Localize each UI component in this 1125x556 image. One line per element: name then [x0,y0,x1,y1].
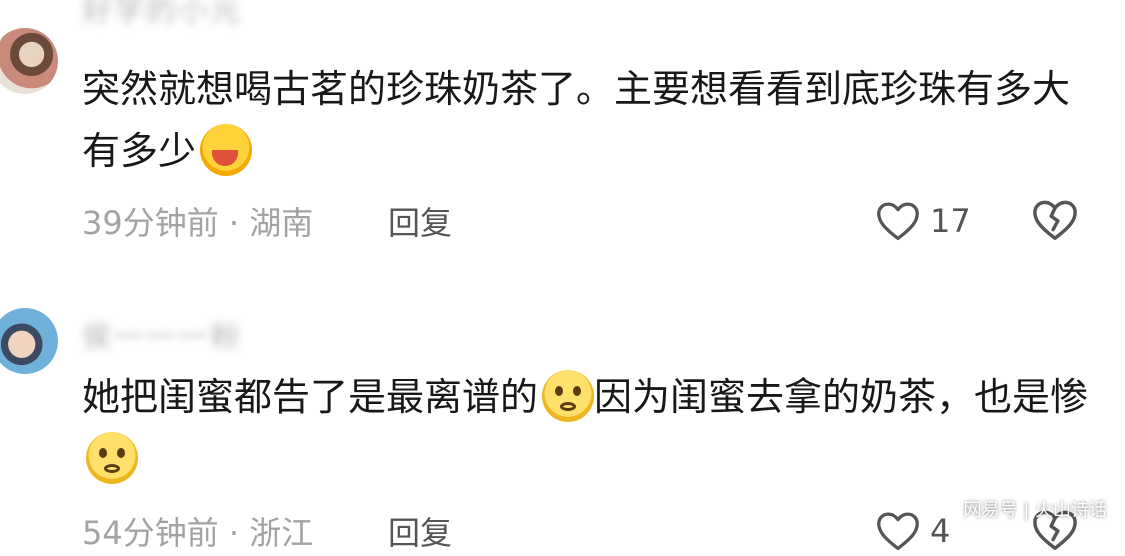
dislike-button[interactable] [1032,198,1078,244]
laugh-cry-emoji-icon [200,123,253,176]
pout-emoji-icon [542,369,595,422]
username[interactable]: 侯一一一粉 [82,312,242,356]
like-button[interactable]: 17 [876,198,971,244]
avatar[interactable] [0,308,58,374]
watermark: 网易号 | 火山诗话 [963,500,1107,521]
comment-text-part1: 她把闺蜜都告了是最离谱的 [82,375,539,419]
comment-item: 侯一一一粉 她把闺蜜都告了是最离谱的 因为闺蜜去拿的奶茶，也是惨 54分钟前 · … [0,300,1125,552]
comment-item: 好学的小元 突然就想喝古茗的珍珠奶茶了。主要想看看到底珍珠有多大有多少 39分钟… [0,0,1125,260]
like-button[interactable]: 4 [876,508,950,554]
like-count: 17 [930,202,971,240]
heart-icon [877,512,919,551]
avatar[interactable] [0,28,58,94]
comment-text: 她把闺蜜都告了是最离谱的 因为闺蜜去拿的奶茶，也是惨 [82,366,1092,490]
comment-time-location: 54分钟前 · 浙江 [82,514,314,552]
username[interactable]: 好学的小元 [82,0,242,30]
comment-text-part2: 因为闺蜜去拿的奶茶，也是惨 [594,375,1089,419]
comment-time-location: 39分钟前 · 湖南 [82,204,314,242]
pout-emoji-icon [86,431,138,484]
reply-button[interactable]: 回复 [388,508,452,554]
comment-text: 突然就想喝古茗的珍珠奶茶了。主要想看看到底珍珠有多大有多少 [82,58,1092,182]
reply-button[interactable]: 回复 [388,198,452,244]
like-count: 4 [930,512,951,550]
broken-heart-icon [1033,200,1077,240]
heart-icon [877,202,919,241]
